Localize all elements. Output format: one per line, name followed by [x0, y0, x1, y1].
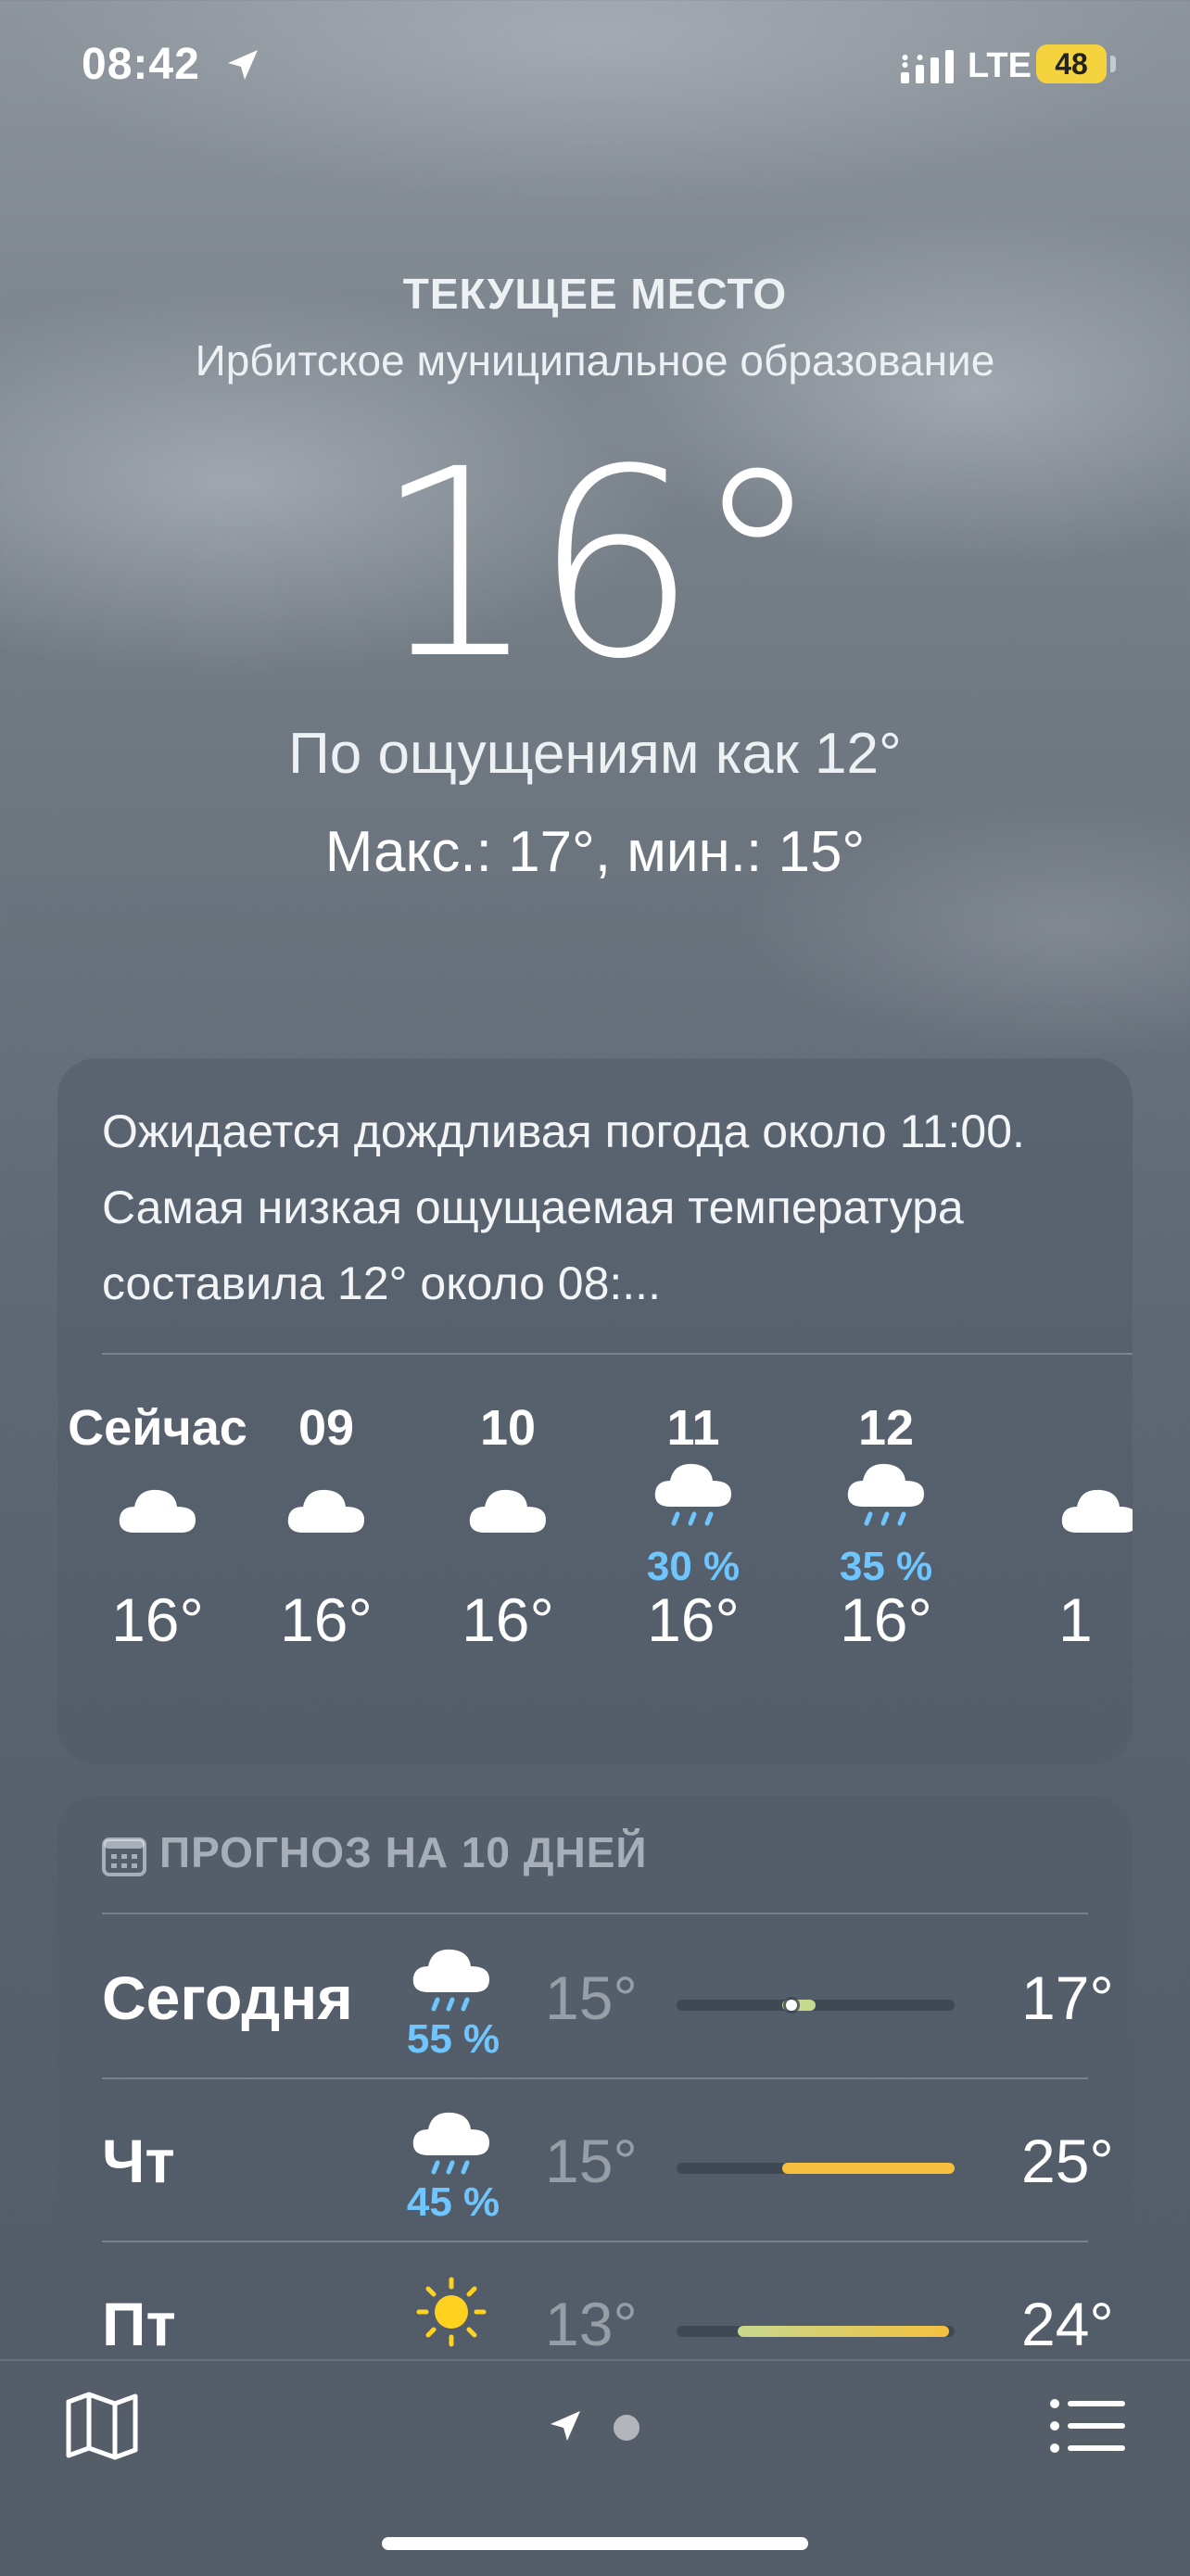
home-indicator [382, 2537, 808, 2550]
cloud-icon [1061, 1489, 1133, 1533]
hourly-forecast-card[interactable]: Ожидается дождливая погода около 11:00. … [57, 1058, 1133, 1764]
hour-item: 11 30 % 16° [601, 1399, 786, 1655]
location-title: ТЕКУЩЕЕ МЕСТО [402, 270, 788, 318]
forecast-title: ПРОГНОЗ НА 10 ДНЕЙ [159, 1828, 648, 1876]
temp-range-bar [677, 2326, 955, 2337]
rain-cloud-icon [654, 1463, 731, 1526]
day-name: Чт [102, 2127, 175, 2195]
status-bar: 08:42 LTE 48 [0, 0, 1190, 130]
high-temp: 24° [1021, 2290, 1114, 2358]
hour-label: Сейчас [68, 1400, 247, 1456]
cloud-icon [469, 1489, 546, 1533]
low-temp: 13° [545, 2290, 638, 2358]
precip-chance: 35 % [839, 1544, 933, 1589]
cloud-icon [119, 1489, 196, 1533]
forecast-row-today[interactable]: Сегодня 55 % 15° 17° [57, 1916, 1133, 2079]
current-temperature: 16° [373, 414, 822, 716]
hour-item: 09 16° [234, 1399, 419, 1655]
hour-temp: 1 [1058, 1585, 1093, 1654]
forecast-header: ПРОГНОЗ НА 10 ДНЕЙ [102, 1827, 648, 1877]
hour-temp: 16° [462, 1585, 554, 1654]
hour-label [1058, 1399, 1133, 1464]
temp-range-bar [677, 2000, 955, 2011]
temp-range-fill [782, 2163, 955, 2174]
forecast-row-thu[interactable]: Чт 45 % 15° 25° [57, 2079, 1133, 2242]
hour-temp: 16° [111, 1585, 204, 1654]
battery-tip [1110, 56, 1116, 72]
precip-chance: 55 % [406, 2016, 500, 2062]
high-temp: 25° [1021, 2127, 1114, 2195]
page-dot[interactable] [614, 2415, 639, 2441]
day-name: Сегодня [102, 1964, 353, 2032]
high-temp: 17° [1021, 1964, 1114, 2032]
hour-label: 12 [857, 1400, 915, 1456]
hourly-summary: Ожидается дождливая погода около 11:00. … [102, 1105, 1025, 1309]
precip-chance: 45 % [406, 2179, 500, 2225]
divider [102, 1353, 1133, 1355]
hour-temp: 16° [280, 1585, 373, 1654]
current-temp-dot [786, 2000, 797, 2011]
hour-label: 09 [298, 1400, 355, 1456]
precip-chance: 30 % [646, 1544, 741, 1589]
battery-icon: 48 [1036, 44, 1107, 83]
rain-cloud-icon [847, 1463, 924, 1526]
current-location-page-icon[interactable] [547, 2407, 584, 2444]
list-icon[interactable] [1049, 2396, 1127, 2456]
signal-icon [901, 50, 954, 83]
hour-label: 10 [479, 1400, 537, 1456]
feels-like: По ощущениям как 12° [288, 722, 902, 786]
temp-range-fill [738, 2326, 949, 2337]
hour-label: 11 [666, 1400, 720, 1456]
location-name: Ирбитское муниципальное образование [195, 336, 995, 385]
divider [102, 1913, 1088, 1914]
low-temp: 15° [545, 1964, 638, 2032]
hour-item: 10 16° [415, 1399, 601, 1655]
calendar-icon [102, 1837, 146, 1876]
network-type: LTE [968, 46, 1032, 85]
low-temp: 15° [545, 2127, 638, 2195]
cloud-icon [287, 1489, 364, 1533]
hour-item: 12 35 % 16° [793, 1399, 979, 1655]
location-arrow-icon [228, 50, 258, 80]
hour-temp: 16° [647, 1585, 740, 1654]
hour-item: 1 [1058, 1399, 1133, 1655]
hour-temp: 16° [840, 1585, 932, 1654]
map-icon[interactable] [63, 2389, 141, 2463]
sun-icon [416, 2277, 487, 2347]
day-name: Пт [102, 2290, 176, 2358]
hour-item: Сейчас 16° [65, 1399, 250, 1655]
temp-range-bar [677, 2163, 955, 2174]
status-time: 08:42 [82, 40, 200, 89]
high-low: Макс.: 17°, мин.: 15° [324, 820, 866, 884]
